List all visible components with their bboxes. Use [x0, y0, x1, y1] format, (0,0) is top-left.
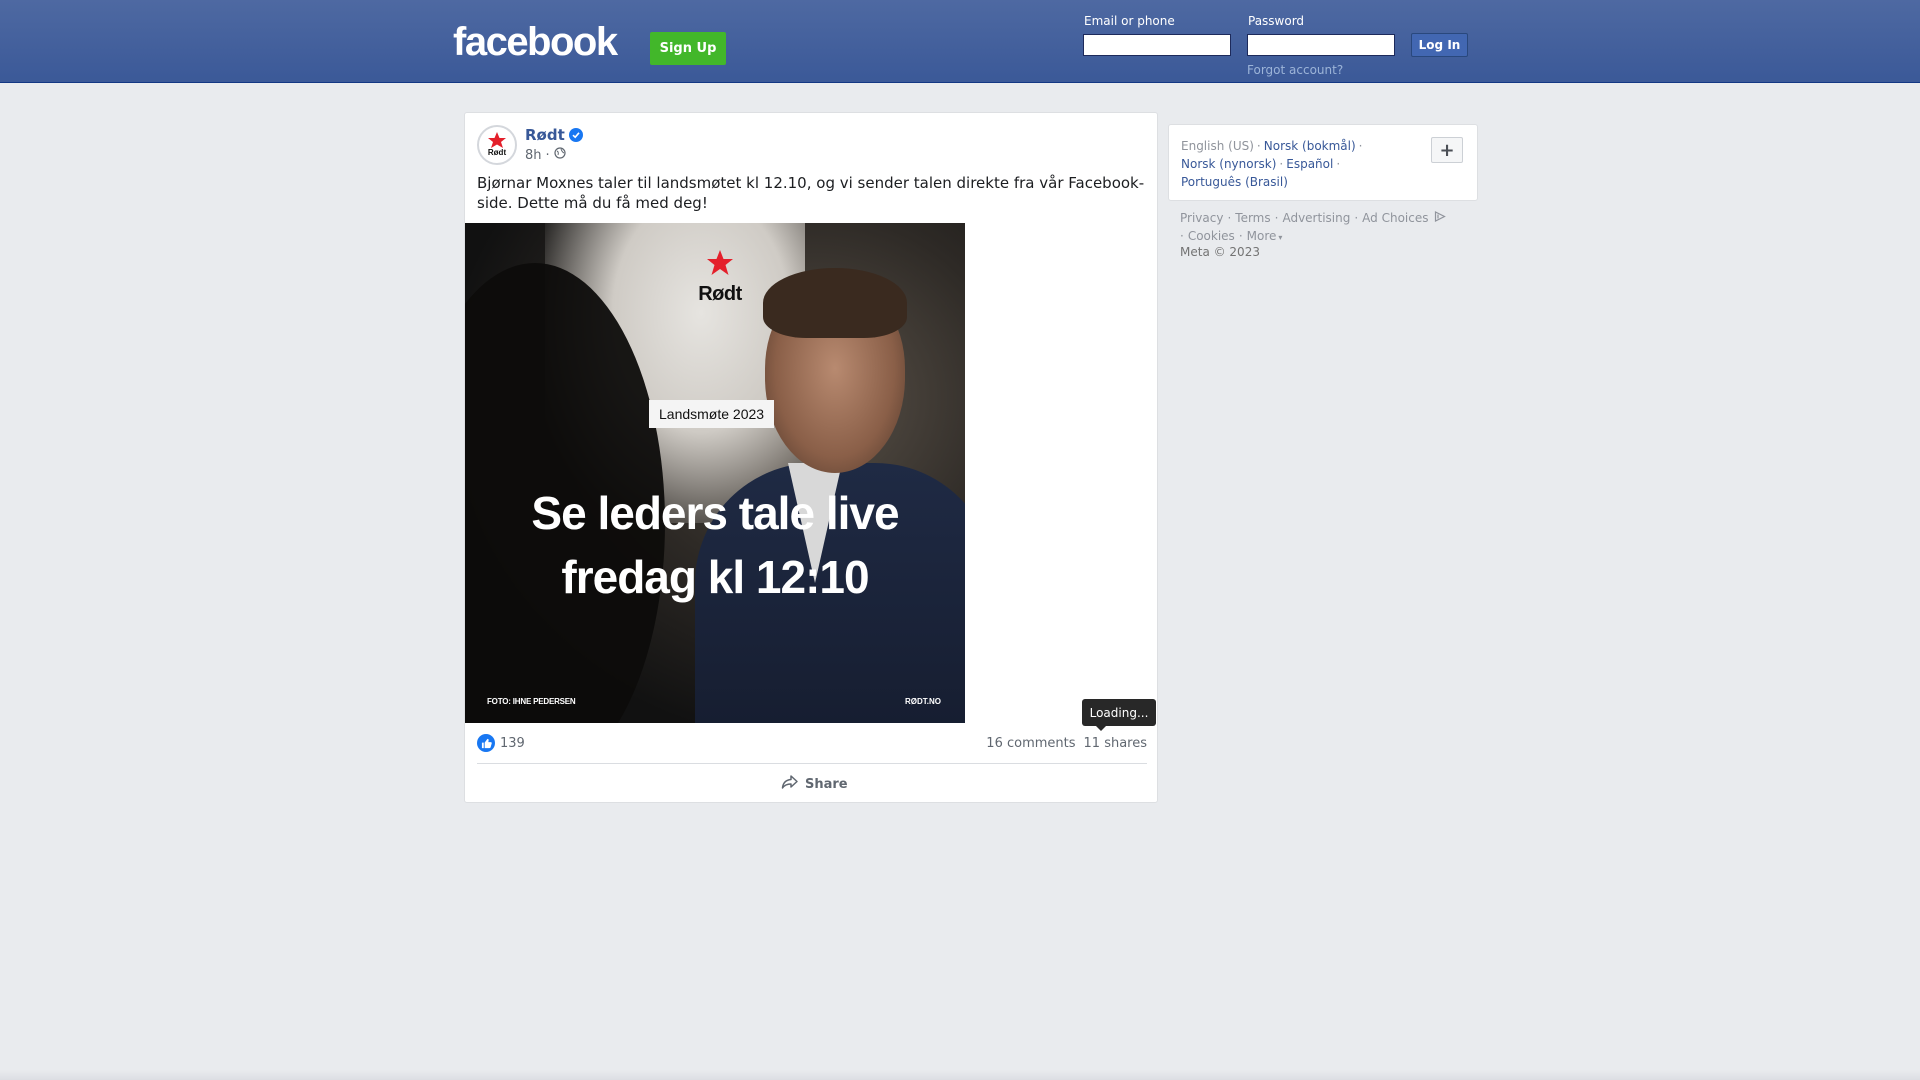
post-time[interactable]: 8h: [525, 148, 542, 163]
image-logo-text: Rødt: [698, 283, 742, 305]
loading-tooltip: Loading...: [1082, 699, 1156, 731]
image-headline-line2: fredag kl 12:10: [561, 551, 869, 603]
password-label: Password: [1248, 14, 1305, 28]
rodt-logo-icon: [488, 132, 506, 148]
avatar-label: Rødt: [487, 148, 507, 157]
meta-separator: ·: [545, 147, 550, 163]
current-language: English (US): [1181, 139, 1254, 153]
comments-count[interactable]: 16 comments: [986, 736, 1075, 751]
more-languages-button[interactable]: +: [1431, 137, 1463, 163]
password-field[interactable]: [1247, 34, 1395, 56]
facebook-logo[interactable]: facebook: [453, 22, 618, 62]
copyright: Meta © 2023: [1180, 245, 1260, 259]
post-meta: 8h ·: [525, 147, 566, 163]
author-name[interactable]: Rødt: [525, 126, 565, 144]
footer-cookies[interactable]: Cookies: [1188, 229, 1235, 243]
footer-ad-choices[interactable]: Ad Choices: [1362, 211, 1428, 225]
share-button[interactable]: Share: [781, 772, 848, 796]
image-credit: FOTO: IHNE PEDERSEN: [487, 697, 576, 706]
language-espanol[interactable]: Español: [1286, 157, 1333, 171]
language-portugues-brasil[interactable]: Português (Brasil): [1181, 175, 1288, 189]
email-label: Email or phone: [1084, 14, 1175, 28]
ad-choices-icon: [1431, 211, 1447, 225]
more-caret-icon: ▾: [1278, 233, 1283, 242]
footer-terms[interactable]: Terms: [1235, 211, 1270, 225]
post-image[interactable]: Rødt Landsmøte 2023 Se leders tale live …: [465, 223, 965, 723]
image-person-hair: [763, 268, 907, 338]
log-in-button[interactable]: Log In: [1411, 33, 1468, 57]
image-headline: Se leders tale live fredag kl 12:10: [465, 481, 965, 609]
top-bar: facebook Sign Up Email or phone Password…: [0, 0, 1920, 83]
shares-count[interactable]: 11 shares: [1084, 736, 1147, 751]
like-icon[interactable]: [477, 734, 495, 752]
sign-up-button[interactable]: Sign Up: [650, 32, 726, 65]
language-norsk-bokmal[interactable]: Norsk (bokmål): [1264, 139, 1356, 153]
image-badge: Landsmøte 2023: [649, 400, 775, 428]
language-list: English (US) · Norsk (bokmål) · Norsk (nyno…: [1181, 139, 1363, 189]
footer-privacy[interactable]: Privacy: [1180, 211, 1223, 225]
share-icon: [781, 774, 799, 794]
like-count[interactable]: 139: [500, 736, 525, 751]
actions-divider: [477, 763, 1147, 764]
language-selector: English (US) · Norsk (bokmål) · Norsk (nyno…: [1168, 124, 1478, 201]
image-headline-line1: Se leders tale live: [531, 487, 899, 539]
email-field[interactable]: [1083, 34, 1231, 56]
share-label: Share: [805, 776, 848, 792]
post-card: Rødt Rødt 8h · Bjørnar Moxnes taler til …: [464, 112, 1158, 803]
post-stats: 139 16 comments 11 shares: [477, 733, 1147, 753]
post-author[interactable]: Rødt: [525, 126, 583, 144]
rodt-star-icon: [707, 250, 733, 275]
language-norsk-nynorsk[interactable]: Norsk (nynorsk): [1181, 157, 1276, 171]
verified-badge-icon: [568, 128, 583, 142]
image-site: RØDT.NO: [905, 697, 941, 706]
page-avatar[interactable]: Rødt: [477, 125, 517, 165]
footer-advertising[interactable]: Advertising: [1282, 211, 1350, 225]
forgot-account-link[interactable]: Forgot account?: [1247, 63, 1343, 77]
footer-links: Privacy · Terms · Advertising · Ad Choices · Co…: [1180, 209, 1480, 247]
post-text: Bjørnar Moxnes taler til landsmøtet kl 1…: [477, 174, 1145, 212]
globe-icon: [554, 147, 566, 163]
image-rodt-logo: Rødt: [695, 249, 745, 306]
footer-more[interactable]: More: [1247, 229, 1277, 243]
bottom-strip: [0, 1070, 1920, 1080]
